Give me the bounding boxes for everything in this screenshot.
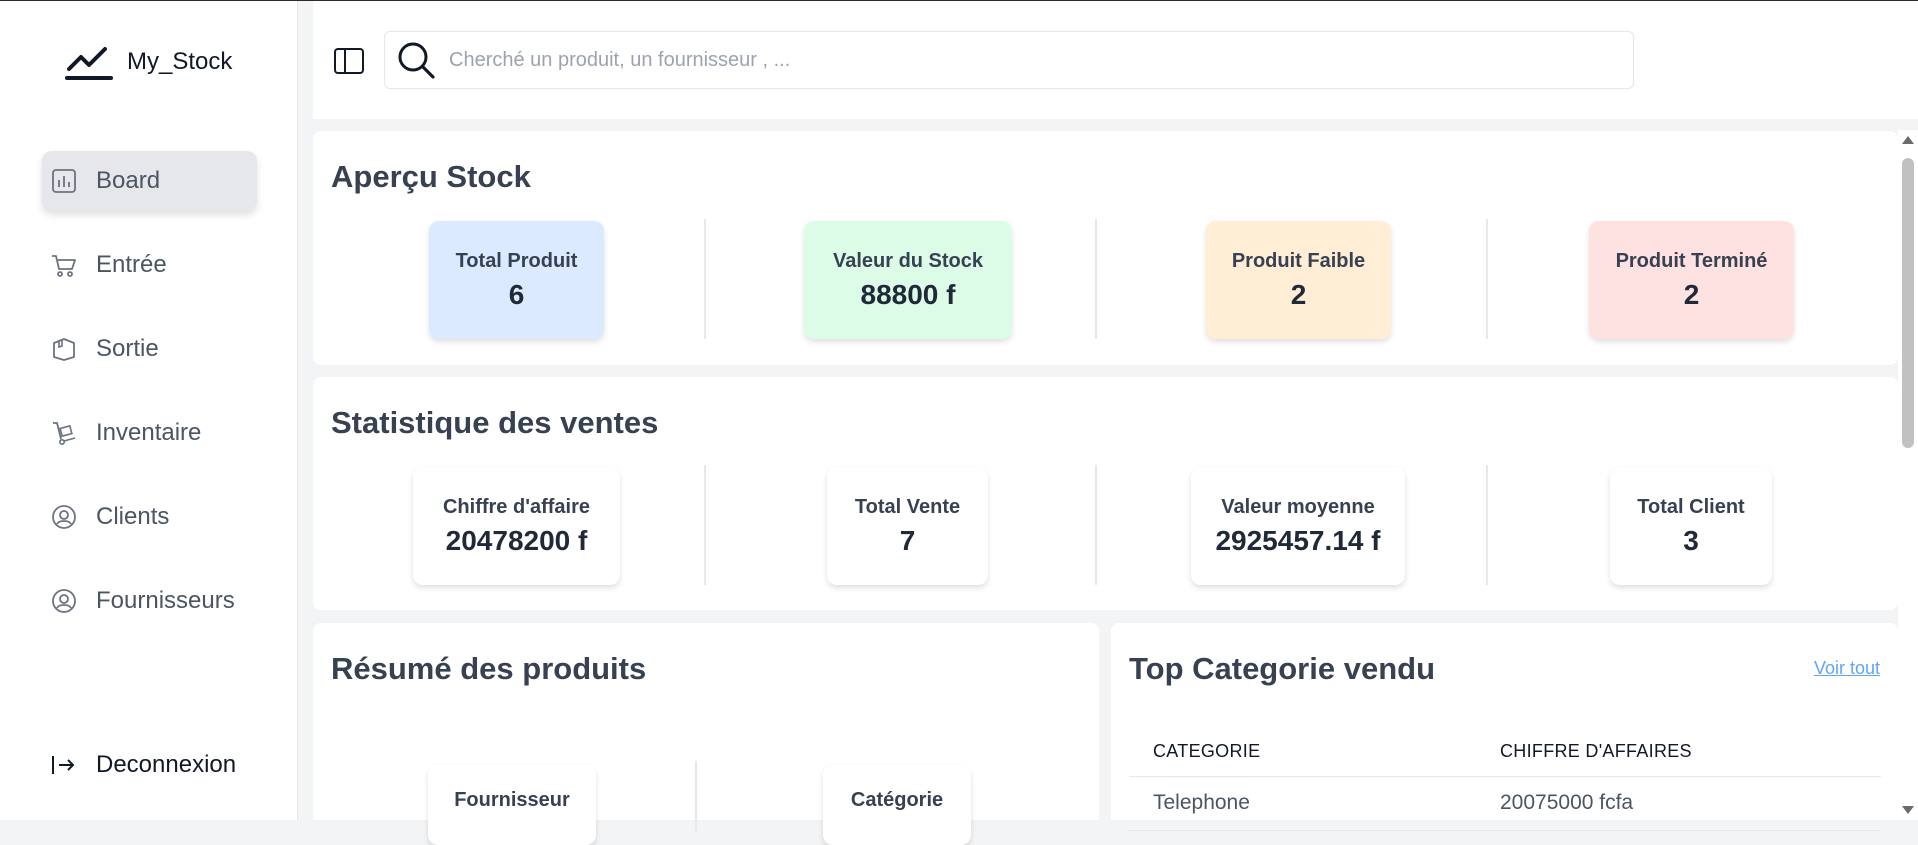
app-name: My_Stock — [127, 48, 233, 75]
stat-label: Produit Terminé — [1615, 249, 1768, 272]
search-icon — [398, 42, 435, 79]
stat-card-produit-termine: Produit Terminé 2 — [1589, 221, 1794, 339]
stat-label: Produit Faible — [1231, 249, 1366, 272]
user-circle-icon — [52, 505, 76, 529]
divider — [1486, 219, 1488, 339]
dolly-icon — [53, 422, 76, 445]
cell-categorie: Telephone — [1153, 791, 1250, 814]
products-summary-panel: Résumé des produits Fournisseur Catégori… — [313, 623, 1099, 845]
scroll-up-arrow-icon[interactable] — [1902, 136, 1914, 144]
stat-value: 2 — [1683, 278, 1700, 310]
divider — [1095, 465, 1097, 585]
stat-label: Chiffre d'affaire — [442, 495, 590, 518]
logout-icon — [52, 756, 74, 774]
stat-value: 7 — [899, 524, 916, 556]
search-bar[interactable] — [384, 31, 1634, 89]
search-input[interactable] — [449, 48, 1599, 72]
stat-label: Fournisseur — [454, 789, 570, 811]
user-circle-icon — [52, 589, 76, 613]
stat-label: Valeur du Stock — [832, 249, 984, 272]
sidebar-toggle-icon[interactable] — [333, 45, 365, 77]
stat-card-valeur-moyenne: Valeur moyenne 2925457.14 f — [1191, 467, 1405, 585]
panel-title: Top Categorie vendu — [1129, 651, 1436, 686]
divider — [695, 761, 697, 831]
stat-card-total-client: Total Client 3 — [1610, 467, 1772, 585]
stock-overview-panel: Aperçu Stock Total Produit 6 Valeur du S… — [313, 131, 1898, 365]
stat-label: Valeur moyenne — [1221, 495, 1375, 518]
sales-stats-panel: Statistique des ventes Chiffre d'affaire… — [313, 377, 1898, 610]
divider — [704, 219, 706, 339]
stat-card-chiffre-affaire: Chiffre d'affaire 20478200 f — [413, 467, 620, 585]
stat-label: Total Produit — [455, 249, 578, 272]
box-icon — [53, 338, 75, 361]
stat-value: 3 — [1683, 524, 1699, 556]
divider — [1095, 219, 1097, 339]
panel-title: Statistique des ventes — [331, 405, 659, 440]
stat-label: Total Vente — [854, 495, 961, 518]
sidebar-item-sortie[interactable]: Sortie — [42, 319, 257, 379]
sidebar-item-fournisseurs[interactable]: Fournisseurs — [42, 571, 257, 631]
panel-title: Résumé des produits — [331, 651, 647, 686]
table-header: CATEGORIE CHIFFRE D'AFFAIRES — [1129, 731, 1881, 777]
sidebar-item-label: Fournisseurs — [96, 587, 235, 614]
sidebar-item-inventaire[interactable]: Inventaire — [42, 403, 257, 463]
sidebar-item-label: Entrée — [96, 251, 167, 278]
stat-card-produit-faible: Produit Faible 2 — [1206, 221, 1391, 339]
sidebar-item-clients[interactable]: Clients — [42, 487, 257, 547]
cart-icon — [52, 255, 76, 277]
scroll-thumb[interactable] — [1902, 158, 1914, 448]
sidebar-item-entree[interactable]: Entrée — [42, 235, 257, 295]
page-scrollbar[interactable] — [1898, 130, 1918, 820]
scroll-down-arrow-icon[interactable] — [1902, 806, 1914, 814]
summary-card-categorie: Catégorie — [823, 765, 971, 845]
summary-card-fournisseur: Fournisseur — [428, 765, 596, 845]
sidebar-item-label: Board — [96, 167, 161, 194]
divider — [704, 465, 706, 585]
logout-button[interactable]: Deconnexion — [50, 751, 236, 779]
logout-label: Deconnexion — [96, 751, 237, 778]
stat-card-valeur-stock: Valeur du Stock 88800 f — [804, 221, 1012, 339]
stat-label: Total Client — [1637, 495, 1745, 518]
top-categories-panel: Top Categorie vendu Voir tout CATEGORIE … — [1111, 623, 1898, 831]
stat-card-total-produit: Total Produit 6 — [429, 221, 604, 339]
stat-label: Catégorie — [850, 789, 944, 811]
table-row[interactable]: Telephone 20075000 fcfa — [1129, 777, 1881, 831]
stat-value: 2925457.14 f — [1215, 524, 1381, 556]
sidebar-item-label: Clients — [96, 503, 170, 530]
divider — [1486, 465, 1488, 585]
sidebar: My_Stock Board Entrée Sortie Inventaire … — [0, 1, 298, 820]
column-header-chiffre-affaires: CHIFFRE D'AFFAIRES — [1500, 741, 1692, 761]
stat-card-total-vente: Total Vente 7 — [827, 467, 988, 585]
stat-value: 20478200 f — [445, 524, 588, 556]
trend-up-icon — [65, 47, 113, 80]
sidebar-item-board[interactable]: Board — [42, 151, 257, 211]
cell-chiffre-affaires: 20075000 fcfa — [1500, 791, 1634, 814]
sidebar-item-label: Sortie — [96, 335, 159, 362]
panel-title: Aperçu Stock — [331, 159, 531, 194]
top-header — [313, 1, 1918, 119]
see-all-link[interactable]: Voir tout — [1814, 658, 1880, 679]
chart-bar-icon — [52, 169, 76, 193]
column-header-categorie: CATEGORIE — [1153, 741, 1261, 761]
stat-value: 2 — [1290, 278, 1307, 310]
app-logo[interactable]: My_Stock — [65, 43, 232, 81]
stat-value: 88800 f — [860, 278, 956, 310]
sidebar-item-label: Inventaire — [96, 419, 202, 446]
stat-value: 6 — [508, 278, 525, 310]
